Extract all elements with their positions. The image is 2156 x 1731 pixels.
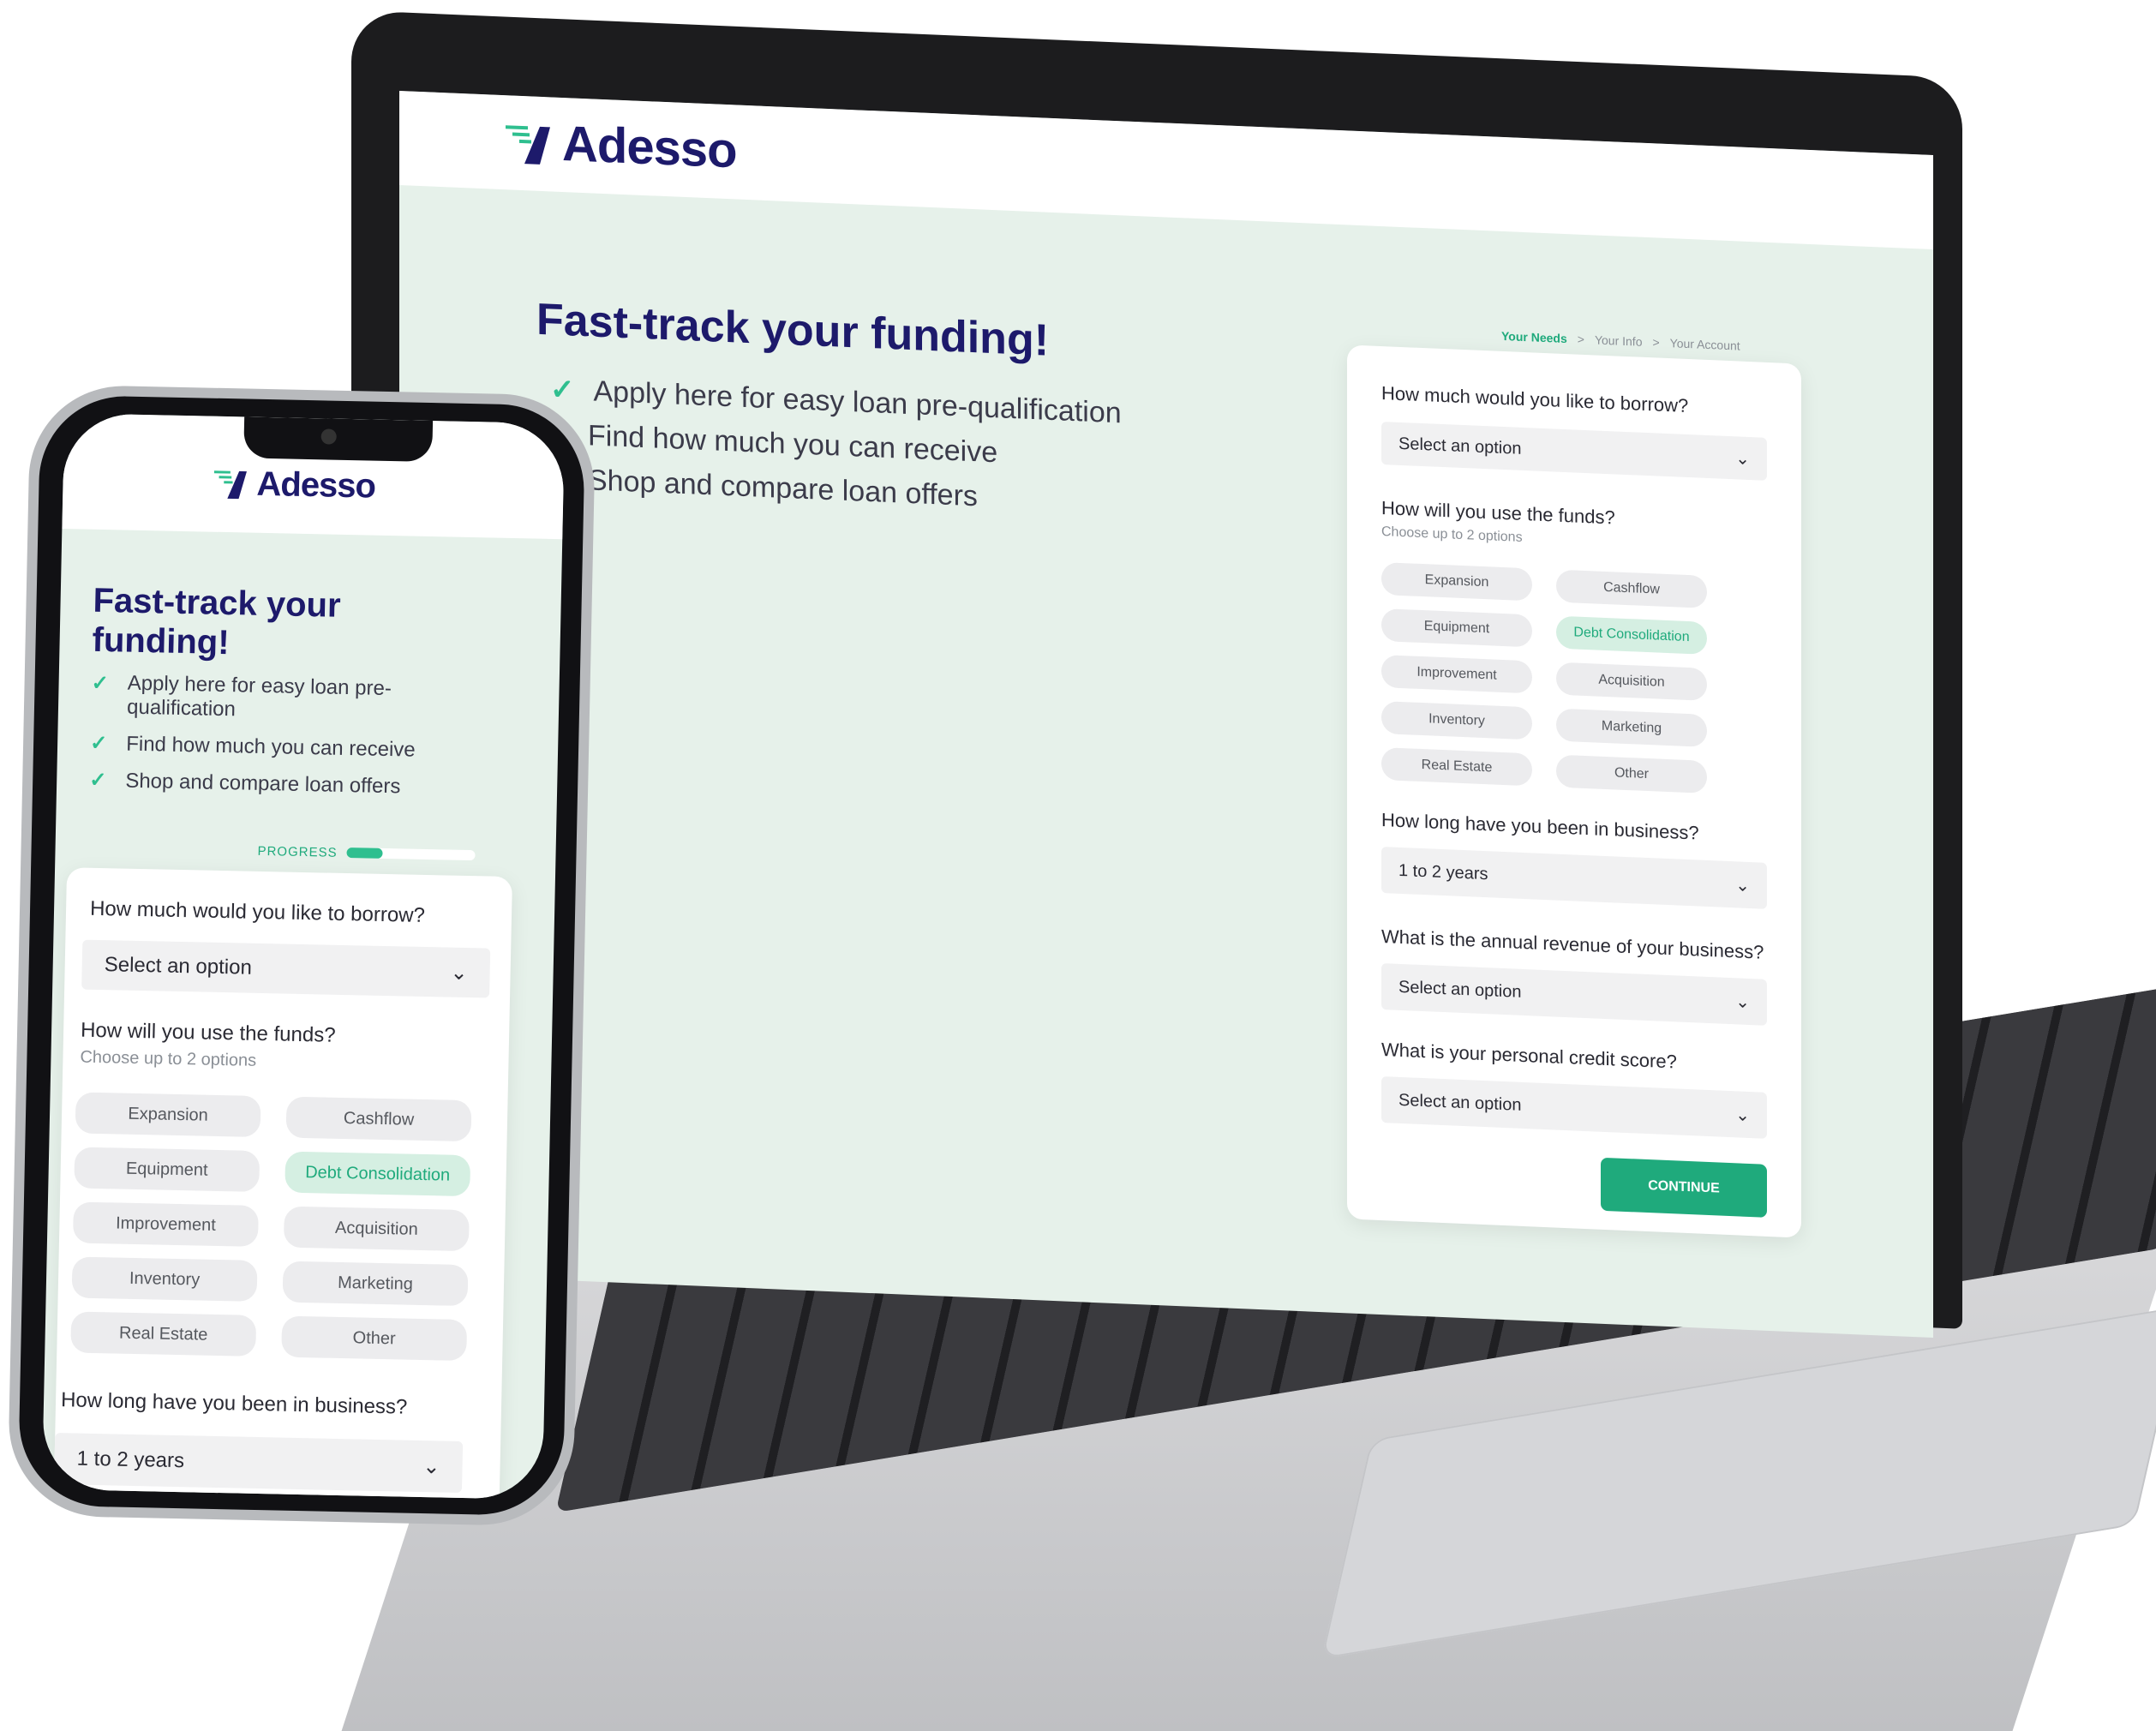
- chip-other[interactable]: Other: [1556, 754, 1707, 794]
- adesso-logo-mark: [506, 122, 557, 165]
- funds-label: How will you use the funds?: [80, 1018, 336, 1047]
- chip-inventory[interactable]: Inventory: [1381, 701, 1532, 740]
- phone-notch: [243, 416, 434, 463]
- benefit-item: Apply here for easy loan pre-qualificati…: [126, 671, 392, 722]
- borrow-select-value: Select an option: [104, 953, 253, 979]
- credit-score-select[interactable]: Select an option ⌄: [1381, 1076, 1767, 1139]
- chip-real-estate[interactable]: Real Estate: [1381, 747, 1532, 787]
- borrow-label: How much would you like to borrow?: [89, 896, 426, 927]
- brand-name: Adesso: [256, 464, 376, 506]
- check-icon: ✓: [89, 731, 108, 756]
- funds-label: How will you use the funds?: [1381, 497, 1615, 529]
- laptop-screen: Adesso Fast-track your funding! ✓ Apply …: [399, 91, 1933, 1339]
- site-logo[interactable]: Adesso: [506, 112, 737, 179]
- chip-cashflow[interactable]: Cashflow: [1556, 569, 1707, 608]
- revenue-select-value: Select an option: [1398, 977, 1522, 1002]
- benefit-list: ✓ Apply here for easy loan pre-qualifica…: [550, 367, 1122, 524]
- chip-improvement[interactable]: Improvement: [72, 1201, 259, 1247]
- chevron-down-icon: ⌄: [1735, 448, 1750, 469]
- revenue-label: What is the annual revenue of your busin…: [1381, 925, 1764, 963]
- chip-expansion[interactable]: Expansion: [1381, 562, 1532, 602]
- chip-real-estate[interactable]: Real Estate: [70, 1311, 257, 1357]
- funds-hint: Choose up to 2 options: [80, 1047, 257, 1070]
- chip-acquisition[interactable]: Acquisition: [1556, 662, 1707, 701]
- chip-equipment[interactable]: Equipment: [1381, 608, 1532, 648]
- chevron-down-icon: ⌄: [1735, 991, 1750, 1012]
- phone-benefit-list: ✓ Apply here for easy loan pre-qualifica…: [89, 671, 469, 800]
- chip-acquisition[interactable]: Acquisition: [283, 1206, 470, 1252]
- chip-inventory[interactable]: Inventory: [71, 1256, 258, 1302]
- phone-title-line: Fast-track your: [93, 581, 342, 625]
- adesso-logo-mark: [213, 466, 252, 501]
- phone-qualification-form: How much would you like to borrow? Selec…: [53, 867, 512, 1500]
- benefit-item: Shop and compare loan offers: [125, 769, 401, 798]
- progress-fill: [346, 848, 383, 859]
- qualification-form: How much would you like to borrow? Selec…: [1347, 344, 1801, 1238]
- business-duration-value: 1 to 2 years: [1398, 860, 1488, 883]
- business-duration-select[interactable]: 1 to 2 years ⌄: [1381, 847, 1767, 909]
- chevron-down-icon: ⌄: [422, 1454, 440, 1478]
- breadcrumb-your-account[interactable]: Your Account: [1670, 336, 1740, 352]
- progress-label: PROGRESS: [257, 843, 338, 860]
- chip-debt-consolidation[interactable]: Debt Consolidation: [1556, 615, 1707, 655]
- phone-site-logo[interactable]: Adesso: [213, 464, 375, 506]
- check-icon: ✓: [88, 768, 107, 793]
- chip-cashflow[interactable]: Cashflow: [285, 1096, 472, 1142]
- credit-score-value: Select an option: [1398, 1090, 1522, 1115]
- chip-improvement[interactable]: Improvement: [1381, 655, 1532, 694]
- borrow-select-value: Select an option: [1398, 434, 1522, 458]
- borrow-label: How much would you like to borrow?: [1381, 382, 1689, 417]
- chip-marketing[interactable]: Marketing: [1556, 708, 1707, 747]
- revenue-select[interactable]: Select an option ⌄: [1381, 963, 1767, 1026]
- breadcrumb: Your Needs > Your Info > Your Account: [1501, 329, 1740, 353]
- chip-expansion[interactable]: Expansion: [75, 1092, 261, 1137]
- phone-page-title: Fast-track your funding!: [92, 581, 341, 665]
- breadcrumb-separator: >: [1577, 332, 1584, 346]
- phone-title-line: funding!: [92, 620, 231, 662]
- breadcrumb-separator: >: [1652, 335, 1660, 350]
- benefit-item: Find how much you can receive: [125, 732, 416, 762]
- camera-icon: [320, 428, 337, 445]
- progress-bar: [346, 848, 476, 861]
- chevron-down-icon: ⌄: [1735, 1105, 1750, 1125]
- borrow-select[interactable]: Select an option ⌄: [81, 939, 491, 998]
- credit-score-label: What is your personal credit score?: [1381, 1039, 1677, 1073]
- page-title: Fast-track your funding!: [536, 294, 1050, 366]
- borrow-select[interactable]: Select an option ⌄: [1381, 422, 1767, 481]
- breadcrumb-your-needs[interactable]: Your Needs: [1501, 329, 1567, 345]
- brand-name: Adesso: [562, 115, 737, 179]
- chip-equipment[interactable]: Equipment: [74, 1147, 261, 1192]
- business-duration-value: 1 to 2 years: [76, 1446, 185, 1473]
- chip-debt-consolidation[interactable]: Debt Consolidation: [284, 1151, 471, 1197]
- phone-screen: Adesso Fast-track your funding! ✓ Apply …: [41, 413, 566, 1500]
- chip-marketing[interactable]: Marketing: [282, 1261, 469, 1307]
- breadcrumb-your-info[interactable]: Your Info: [1595, 332, 1643, 348]
- business-duration-label: How long have you been in business?: [60, 1388, 408, 1419]
- continue-button[interactable]: CONTINUE: [1601, 1157, 1767, 1218]
- business-duration-label: How long have you been in business?: [1381, 809, 1699, 844]
- business-duration-select[interactable]: 1 to 2 years ⌄: [54, 1433, 464, 1494]
- chevron-down-icon: ⌄: [1735, 875, 1750, 895]
- chevron-down-icon: ⌄: [450, 961, 468, 985]
- check-icon: ✓: [550, 373, 575, 407]
- check-icon: ✓: [91, 671, 110, 696]
- funds-hint: Choose up to 2 options: [1381, 524, 1523, 545]
- chip-other[interactable]: Other: [281, 1315, 468, 1362]
